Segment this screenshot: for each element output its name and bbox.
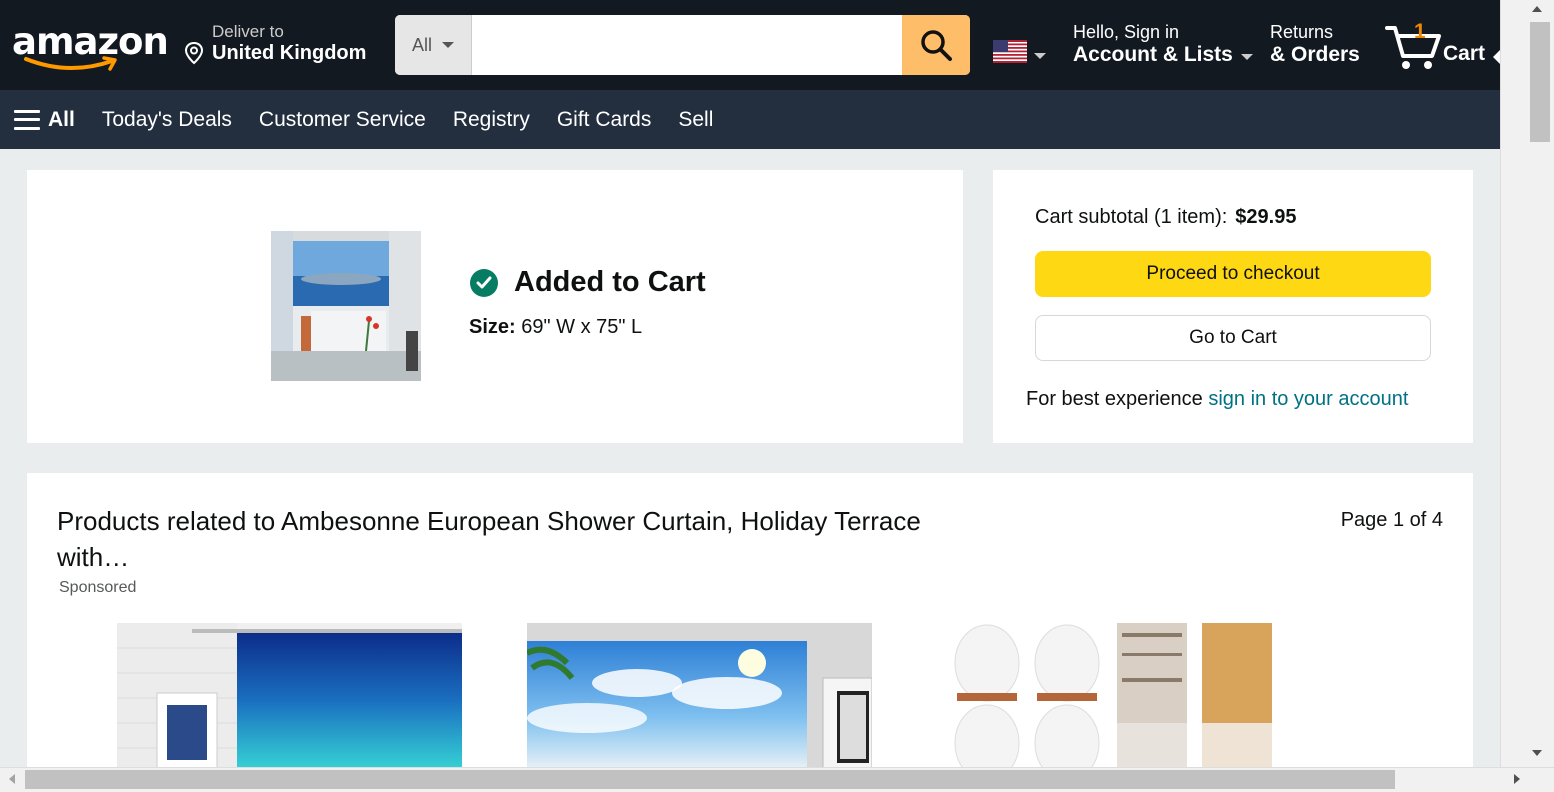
related-product-2[interactable] (527, 623, 872, 767)
all-menu-label: All (48, 107, 75, 131)
search-button[interactable] (902, 15, 970, 75)
nav-link-todays-deals[interactable]: Today's Deals (102, 108, 232, 132)
cart-pointer (1493, 49, 1500, 65)
all-menu-button[interactable]: All (14, 108, 75, 132)
sub-nav: All Today's Deals Customer Service Regis… (0, 90, 1500, 149)
related-product-3[interactable] (952, 623, 1297, 767)
vertical-scrollbar-thumb[interactable] (1530, 22, 1550, 142)
scroll-left-arrow-icon[interactable] (9, 774, 15, 784)
cart-subtotal: Cart subtotal (1 item): $29.95 (1035, 206, 1296, 229)
related-product-3-image (952, 623, 1297, 767)
page-indicator: Page 1 of 4 (1340, 509, 1443, 531)
search-bar: All (395, 15, 970, 75)
search-input[interactable] (472, 15, 902, 75)
us-flag-icon[interactable] (993, 40, 1027, 63)
deliver-label: Deliver to (212, 22, 284, 41)
cart-button[interactable]: 1 Cart (1384, 18, 1496, 72)
added-to-cart-heading: Added to Cart (470, 266, 706, 299)
sign-in-link[interactable]: sign in to your account (1208, 388, 1408, 410)
search-category-label: All (411, 34, 432, 55)
scroll-down-arrow-icon[interactable] (1532, 750, 1542, 756)
account-label: Account & Lists (1073, 43, 1233, 66)
nav-link-customer-service[interactable]: Customer Service (259, 108, 426, 132)
proceed-to-checkout-button[interactable]: Proceed to checkout (1035, 251, 1431, 297)
horizontal-scrollbar-thumb[interactable] (25, 770, 1395, 789)
chevron-down-icon (442, 42, 454, 48)
orders-label: & Orders (1270, 43, 1360, 66)
deliver-location: United Kingdom (212, 42, 367, 64)
related-products-card: Products related to Ambesonne European S… (27, 473, 1473, 767)
related-product-2-image (527, 623, 872, 767)
search-category-dropdown[interactable]: All (395, 15, 472, 75)
related-products-title: Products related to Ambesonne European S… (57, 506, 921, 572)
size-value: 69" W x 75" L (521, 316, 643, 338)
best-experience-text: For best experience sign in to your acco… (1026, 388, 1408, 411)
check-circle-icon (470, 268, 498, 297)
scroll-right-arrow-icon[interactable] (1514, 774, 1520, 784)
top-nav: amazon Deliver to United Kingdom All Hel… (0, 0, 1500, 90)
added-title-text: Added to Cart (514, 266, 706, 298)
page: amazon Deliver to United Kingdom All Hel… (0, 0, 1500, 767)
subtotal-amount: $29.95 (1235, 206, 1297, 228)
nav-link-sell[interactable]: Sell (678, 108, 713, 132)
logo-smile-icon (24, 56, 117, 71)
language-chevron-icon[interactable] (1034, 53, 1046, 59)
hamburger-menu-icon (14, 109, 40, 130)
returns-orders[interactable]: Returns & Orders (1270, 22, 1360, 67)
sponsored-label: Sponsored (59, 579, 137, 596)
account-greeting: Hello, Sign in (1073, 22, 1180, 42)
related-product-1-image (117, 623, 462, 767)
size-label: Size: (469, 316, 516, 338)
chevron-down-icon (1240, 54, 1253, 60)
returns-label: Returns (1270, 22, 1334, 42)
related-product-1[interactable] (117, 623, 462, 767)
cart-count-badge: 1 (1414, 20, 1426, 43)
location-pin-icon (184, 41, 204, 65)
amazon-logo[interactable]: amazon (10, 16, 169, 76)
account-lists[interactable]: Hello, Sign in Account & Lists (1073, 22, 1253, 67)
cart-subtotal-card: Cart subtotal (1 item): $29.95 Proceed to… (993, 170, 1473, 443)
product-thumbnail[interactable] (271, 231, 421, 381)
go-to-cart-button[interactable]: Go to Cart (1035, 315, 1431, 361)
added-to-cart-card: Added to Cart Size: 69" W x 75" L (27, 170, 963, 443)
cart-label: Cart (1443, 42, 1486, 65)
product-thumbnail-image (271, 231, 421, 381)
search-icon (921, 30, 952, 61)
scroll-up-arrow-icon[interactable] (1532, 6, 1542, 12)
size-line: Size: 69" W x 75" L (469, 316, 642, 339)
subtotal-label: Cart subtotal (1 item): (1035, 206, 1228, 228)
best-experience-label: For best experience (1026, 388, 1209, 410)
nav-link-registry[interactable]: Registry (453, 108, 530, 132)
nav-link-gift-cards[interactable]: Gift Cards (557, 108, 652, 132)
